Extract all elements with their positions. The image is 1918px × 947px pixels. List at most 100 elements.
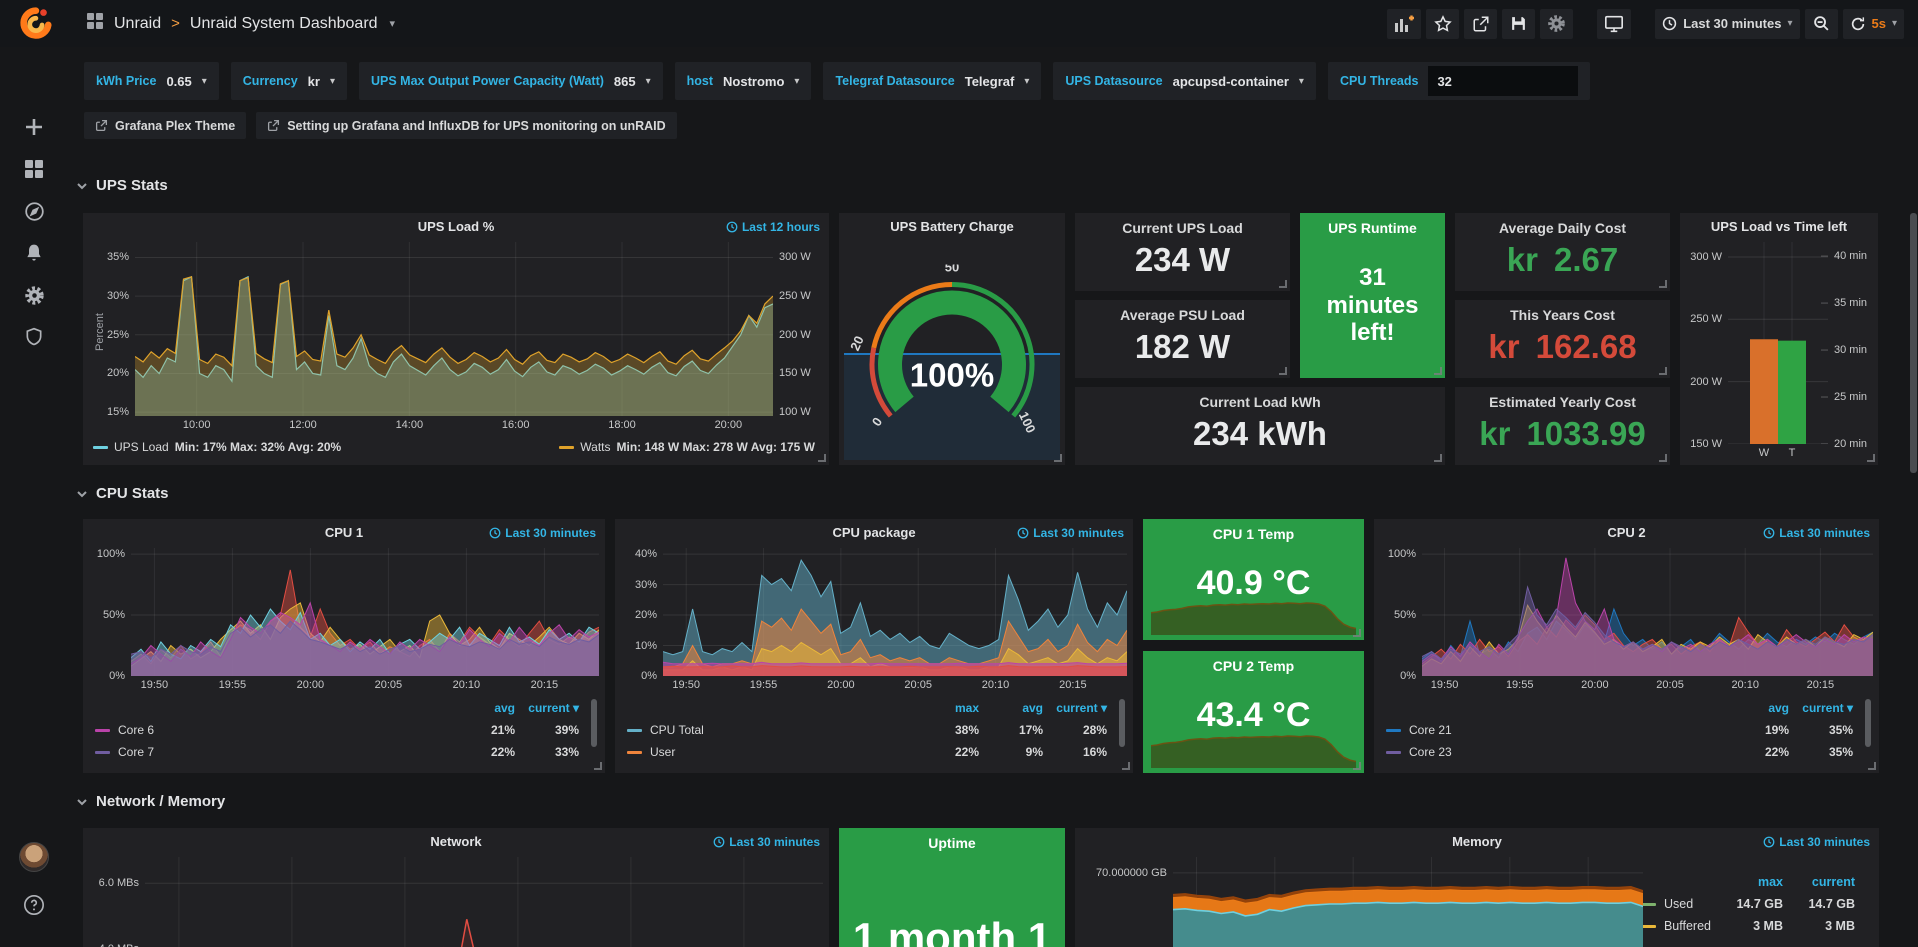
panel-title[interactable]: CPU package bbox=[832, 525, 915, 540]
stat-title[interactable]: Average Daily Cost bbox=[1455, 213, 1670, 243]
dashboard-link[interactable]: Grafana Plex Theme bbox=[84, 112, 246, 139]
stat-title[interactable]: Current UPS Load bbox=[1075, 213, 1290, 243]
stat-title[interactable]: UPS Runtime bbox=[1300, 213, 1445, 243]
legend-series-name[interactable]: UPS Load bbox=[114, 440, 169, 454]
breadcrumb-dashboard-title[interactable]: Unraid System Dashboard bbox=[190, 15, 378, 33]
legend-column-header[interactable]: avg bbox=[979, 701, 1043, 715]
variable-value[interactable]: kr bbox=[308, 74, 320, 89]
legend-value: 14.7 GB bbox=[1783, 897, 1855, 911]
panel-title[interactable]: Memory bbox=[1452, 834, 1502, 849]
panel-title[interactable]: UPS Load % bbox=[418, 219, 495, 234]
axis-tick-label: 20:00 bbox=[715, 419, 743, 431]
stat-title[interactable]: CPU 1 Temp bbox=[1143, 519, 1364, 549]
stat-title[interactable]: Current Load kWh bbox=[1075, 387, 1445, 417]
configuration-gear-icon[interactable] bbox=[0, 275, 68, 315]
legend-series-name[interactable]: Core 6 bbox=[95, 723, 451, 737]
zoom-out-time-button[interactable] bbox=[1805, 9, 1838, 39]
panel-title[interactable]: CPU 1 bbox=[325, 525, 363, 540]
save-dashboard-button[interactable] bbox=[1502, 9, 1535, 39]
panel-time-override-link[interactable]: Last 12 hours bbox=[726, 220, 820, 234]
stat-title[interactable]: Uptime bbox=[839, 828, 1065, 858]
panel-title[interactable]: UPS Battery Charge bbox=[890, 219, 1014, 234]
breadcrumb-caret-icon[interactable]: ▾ bbox=[390, 17, 396, 30]
variable-value[interactable]: 865 bbox=[614, 74, 636, 89]
variable-cpu-threads[interactable]: CPU Threads32 bbox=[1328, 62, 1591, 100]
refresh-button[interactable]: 5s ▾ bbox=[1843, 9, 1905, 39]
time-range-picker[interactable]: Last 30 minutes ▾ bbox=[1655, 9, 1799, 39]
legend-column-header[interactable]: current ▾ bbox=[1789, 701, 1853, 715]
svg-text:0: 0 bbox=[869, 414, 885, 429]
stat-title[interactable]: CPU 2 Temp bbox=[1143, 651, 1364, 681]
stat-title[interactable]: This Years Cost bbox=[1455, 300, 1670, 330]
stat-title[interactable]: Estimated Yearly Cost bbox=[1455, 387, 1670, 417]
legend-column-header[interactable]: avg bbox=[1725, 701, 1789, 715]
stat-title[interactable]: Average PSU Load bbox=[1075, 300, 1290, 330]
panel-ups-load-percent: UPS Load % Last 12 hours Percent 35%30%2… bbox=[83, 213, 829, 465]
row-header-ups-stats[interactable]: UPS Stats bbox=[76, 177, 168, 194]
row-header-network-memory[interactable]: Network / Memory bbox=[76, 793, 225, 810]
add-panel-button[interactable] bbox=[1387, 9, 1421, 39]
breadcrumb-app[interactable]: Unraid bbox=[114, 15, 161, 33]
panel-time-override-link[interactable]: Last 30 minutes bbox=[489, 526, 596, 540]
panel-time-override-link[interactable]: Last 30 minutes bbox=[1763, 526, 1870, 540]
legend-series-name[interactable]: Core 23 bbox=[1386, 745, 1725, 759]
help-icon[interactable] bbox=[0, 885, 68, 925]
variable-currency[interactable]: Currencykr▾ bbox=[231, 62, 347, 100]
create-plus-icon[interactable] bbox=[0, 107, 68, 147]
legend-series-name[interactable]: Watts bbox=[580, 440, 610, 454]
panel-time-override-link[interactable]: Last 30 minutes bbox=[1017, 526, 1124, 540]
grafana-logo[interactable] bbox=[0, 0, 68, 47]
variable-ups-datasource[interactable]: UPS Datasourceapcupsd-container▾ bbox=[1053, 62, 1316, 100]
user-avatar[interactable] bbox=[0, 837, 68, 877]
panel-time-override-link[interactable]: Last 30 minutes bbox=[1763, 835, 1870, 849]
explore-compass-icon[interactable] bbox=[0, 191, 68, 231]
legend-series-name[interactable]: CPU Total bbox=[627, 723, 915, 737]
axis-tick-label: 20 min bbox=[1834, 438, 1867, 450]
panel-title[interactable]: CPU 2 bbox=[1607, 525, 1645, 540]
legend-column-header[interactable]: current ▾ bbox=[1043, 701, 1107, 715]
variable-kwh-price[interactable]: kWh Price0.65▾ bbox=[84, 62, 219, 100]
page-scrollbar-thumb[interactable] bbox=[1910, 213, 1917, 473]
variable-input[interactable]: 32 bbox=[1428, 66, 1578, 96]
legend-series-name[interactable]: Core 21 bbox=[1386, 723, 1725, 737]
bar-W bbox=[1750, 339, 1778, 444]
legend-series-row: Used14.7 GB14.7 GB bbox=[1641, 893, 1855, 915]
legend-scrollbar[interactable] bbox=[1865, 699, 1871, 747]
panel-title[interactable]: Network bbox=[430, 834, 481, 849]
legend-column-header[interactable]: current ▾ bbox=[515, 701, 579, 715]
panel-title[interactable]: UPS Load vs Time left bbox=[1711, 219, 1847, 234]
legend-column-header[interactable]: max bbox=[1711, 875, 1783, 889]
share-dashboard-button[interactable] bbox=[1464, 9, 1497, 39]
dashboard-link[interactable]: Setting up Grafana and InfluxDB for UPS … bbox=[256, 112, 676, 139]
panel-current-load-kwh: Current Load kWh 234 kWh bbox=[1075, 387, 1445, 465]
axis-tick-label: 10% bbox=[635, 640, 657, 652]
variable-value[interactable]: apcupsd-container bbox=[1173, 74, 1289, 89]
legend-series-name[interactable]: Core 7 bbox=[95, 745, 451, 759]
server-admin-shield-icon[interactable] bbox=[0, 317, 68, 357]
dashboards-icon[interactable] bbox=[0, 149, 68, 189]
legend-value: 16% bbox=[1043, 745, 1107, 759]
legend-series-name[interactable]: Used bbox=[1641, 897, 1711, 911]
variable-host[interactable]: hostNostromo▾ bbox=[675, 62, 812, 100]
legend-column-header[interactable]: max bbox=[915, 701, 979, 715]
panel-time-override-link[interactable]: Last 30 minutes bbox=[713, 835, 820, 849]
legend-scrollbar[interactable] bbox=[1119, 699, 1125, 747]
row-header-cpu-stats[interactable]: CPU Stats bbox=[76, 485, 169, 502]
variable-value[interactable]: Nostromo bbox=[723, 74, 784, 89]
alerting-bell-icon[interactable] bbox=[0, 233, 68, 273]
legend-series-name[interactable]: Buffered bbox=[1641, 919, 1711, 933]
star-dashboard-button[interactable] bbox=[1426, 9, 1459, 39]
variable-telegraf-datasource[interactable]: Telegraf DatasourceTelegraf▾ bbox=[823, 62, 1041, 100]
variable-value[interactable]: 0.65 bbox=[166, 74, 191, 89]
legend-scrollbar[interactable] bbox=[591, 699, 597, 747]
dashboard-settings-button[interactable] bbox=[1540, 9, 1573, 39]
variable-ups-max-output-power-capacity-watt[interactable]: UPS Max Output Power Capacity (Watt)865▾ bbox=[359, 62, 663, 100]
legend-column-header[interactable]: current bbox=[1783, 875, 1855, 889]
axis-tick-label: 250 W bbox=[1690, 313, 1722, 325]
legend-column-header[interactable]: avg bbox=[451, 701, 515, 715]
dashboard-grid-icon[interactable] bbox=[86, 12, 104, 35]
panel-cpu-package: CPU package Last 30 minutes 40%30%20%10%… bbox=[615, 519, 1133, 773]
variable-value[interactable]: Telegraf bbox=[965, 74, 1015, 89]
tv-cycle-view-button[interactable] bbox=[1597, 9, 1631, 39]
legend-series-name[interactable]: User bbox=[627, 745, 915, 759]
